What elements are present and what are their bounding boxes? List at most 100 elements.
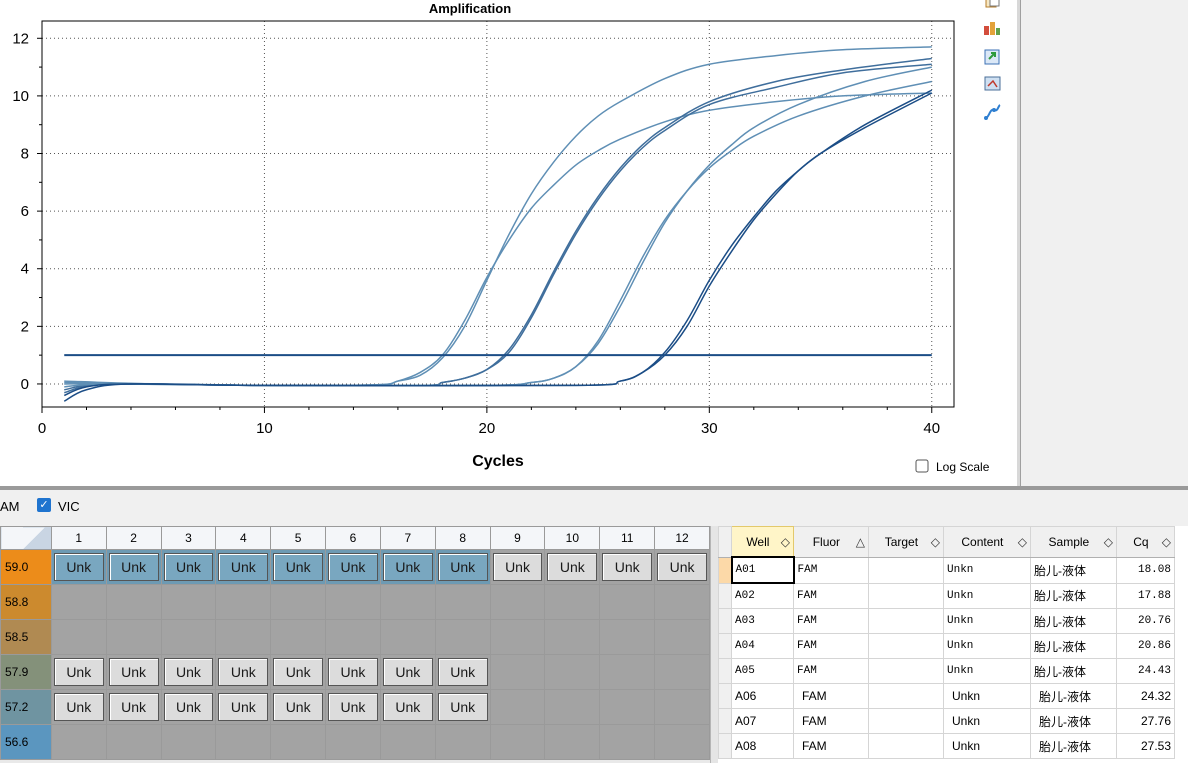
sort-icon[interactable]: ◇: [1104, 535, 1113, 549]
grid-cell-target[interactable]: [868, 608, 944, 634]
sort-icon[interactable]: ◇: [1018, 535, 1027, 549]
log-scale-checkbox[interactable]: [915, 459, 929, 473]
plate-well[interactable]: [379, 619, 436, 655]
plate-well[interactable]: Unk: [160, 549, 217, 585]
grid-column-header[interactable]: Fluor △: [793, 526, 869, 558]
grid-cell-sample[interactable]: 胎儿-液体: [1030, 556, 1117, 584]
fam-filter-label[interactable]: AM: [0, 499, 20, 514]
grid-cell-fluor[interactable]: FAM: [793, 608, 869, 634]
grid-row-header[interactable]: [718, 683, 732, 709]
plate-well[interactable]: [160, 724, 217, 760]
plate-well[interactable]: [489, 654, 546, 690]
well-content-button[interactable]: Unk: [163, 693, 214, 721]
sort-icon[interactable]: △: [856, 535, 865, 549]
sort-icon[interactable]: ◇: [781, 535, 790, 549]
plate-well[interactable]: Unk: [325, 689, 381, 725]
grid-cell-cq[interactable]: 17.88: [1116, 582, 1175, 609]
grid-row-header[interactable]: [718, 633, 732, 659]
plate-well[interactable]: [599, 689, 656, 725]
plate-well[interactable]: Unk: [160, 689, 217, 725]
plate-well[interactable]: Unk: [270, 654, 327, 690]
plate-well[interactable]: [325, 619, 381, 655]
plate-well[interactable]: Unk: [379, 689, 436, 725]
well-content-button[interactable]: Unk: [328, 658, 378, 686]
plate-well[interactable]: Unk: [215, 689, 272, 725]
well-content-button[interactable]: Unk: [108, 658, 159, 686]
plate-well[interactable]: [270, 619, 327, 655]
plate-well[interactable]: [105, 584, 162, 620]
plate-column-header[interactable]: 12: [654, 526, 710, 550]
well-content-button[interactable]: Unk: [273, 693, 324, 721]
plate-row-label[interactable]: 58.5: [0, 619, 52, 655]
grid-cell-target[interactable]: [868, 658, 944, 684]
plate-well[interactable]: [50, 619, 107, 655]
plate-well[interactable]: [544, 689, 601, 725]
grid-cell-cq[interactable]: 27.76: [1116, 708, 1175, 734]
grid-row[interactable]: A06 FAM Unkn 胎儿-液体 24.32: [718, 683, 1175, 709]
plate-well[interactable]: [599, 584, 656, 620]
plate-well[interactable]: Unk: [379, 549, 436, 585]
grid-cell-cq[interactable]: 24.32: [1116, 683, 1175, 709]
plate-row-label[interactable]: 57.9: [0, 654, 52, 690]
grid-cell-content[interactable]: Unkn: [943, 733, 1031, 759]
grid-cell-content[interactable]: Unkn: [943, 582, 1031, 609]
plate-well[interactable]: Unk: [654, 549, 710, 585]
well-content-button[interactable]: Unk: [328, 693, 378, 721]
plate-well[interactable]: Unk: [270, 549, 327, 585]
plate-well[interactable]: Unk: [270, 689, 327, 725]
plate-well[interactable]: [160, 619, 217, 655]
well-content-button[interactable]: Unk: [437, 693, 488, 721]
plate-well[interactable]: [215, 584, 272, 620]
well-content-button[interactable]: Unk: [382, 693, 433, 721]
sort-icon[interactable]: ◇: [1162, 535, 1171, 549]
grid-cell-target[interactable]: [868, 733, 944, 759]
plate-well[interactable]: [489, 619, 546, 655]
plate-well[interactable]: [270, 724, 327, 760]
grid-cell-content[interactable]: Unkn: [943, 708, 1031, 734]
well-content-button[interactable]: Unk: [437, 658, 488, 686]
plate-column-header[interactable]: 7: [379, 526, 436, 550]
grid-row-header[interactable]: [718, 708, 732, 734]
grid-cell-sample[interactable]: 胎儿-液体: [1030, 683, 1117, 709]
well-content-button[interactable]: Unk: [108, 553, 159, 581]
grid-cell-well[interactable]: A08: [731, 733, 794, 759]
plate-column-header[interactable]: 6: [325, 526, 381, 550]
plate-well[interactable]: [544, 584, 601, 620]
plate-well[interactable]: [215, 619, 272, 655]
well-content-button[interactable]: Unk: [328, 553, 378, 581]
well-content-button[interactable]: Unk: [218, 693, 269, 721]
plate-well[interactable]: [599, 619, 656, 655]
grid-cell-content[interactable]: Unkn: [943, 658, 1031, 684]
grid-cell-sample[interactable]: 胎儿-液体: [1030, 582, 1117, 609]
vic-filter-label[interactable]: VIC: [58, 499, 80, 514]
well-content-button[interactable]: Unk: [657, 553, 707, 581]
grid-cell-cq[interactable]: 18.08: [1116, 556, 1175, 584]
plate-well[interactable]: Unk: [105, 689, 162, 725]
plate-well[interactable]: [544, 619, 601, 655]
grid-cell-cq[interactable]: 24.43: [1116, 658, 1175, 684]
well-content-button[interactable]: Unk: [108, 693, 159, 721]
well-content-button[interactable]: Unk: [547, 553, 598, 581]
plate-well[interactable]: [434, 584, 491, 620]
plate-row-label[interactable]: 59.0: [0, 549, 52, 585]
plate-well[interactable]: [105, 619, 162, 655]
grid-cell-fluor[interactable]: FAM: [793, 658, 869, 684]
plate-column-header[interactable]: 1: [50, 526, 107, 550]
plate-row-label[interactable]: 56.6: [0, 724, 52, 760]
grid-cell-fluor[interactable]: FAM: [793, 633, 869, 659]
plate-column-header[interactable]: 11: [599, 526, 656, 550]
well-content-button[interactable]: Unk: [382, 658, 433, 686]
plate-well[interactable]: [489, 584, 546, 620]
grid-cell-well[interactable]: A03: [731, 608, 794, 634]
plate-well[interactable]: [489, 689, 546, 725]
grid-cell-content[interactable]: Unkn: [943, 633, 1031, 659]
plate-well[interactable]: [654, 689, 710, 725]
grid-cell-fluor[interactable]: FAM: [793, 733, 869, 759]
zoom-icon[interactable]: [984, 76, 1001, 91]
plate-well[interactable]: [270, 584, 327, 620]
plate-well[interactable]: [544, 724, 601, 760]
grid-column-header[interactable]: Sample ◇: [1030, 526, 1117, 558]
sort-icon[interactable]: ◇: [931, 535, 940, 549]
grid-cell-well[interactable]: A05: [731, 658, 794, 684]
plate-column-header[interactable]: 10: [544, 526, 601, 550]
